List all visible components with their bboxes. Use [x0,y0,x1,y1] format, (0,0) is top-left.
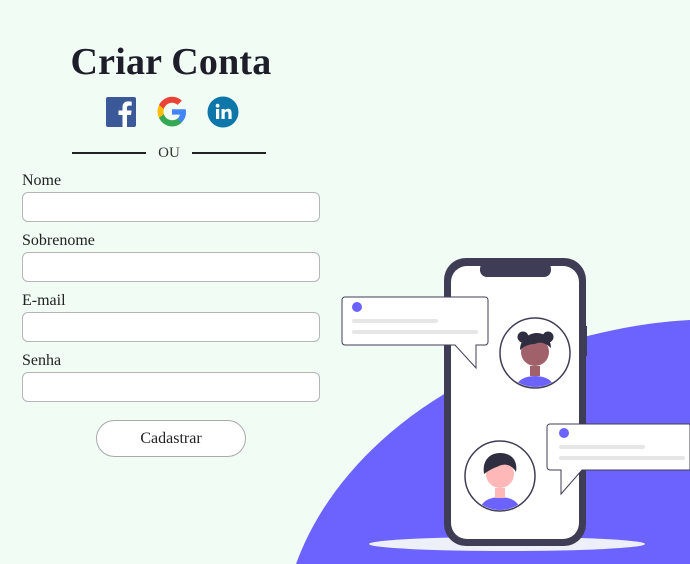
facebook-icon[interactable] [104,95,138,129]
email-label: E-mail [22,292,66,309]
last-name-input[interactable] [22,252,320,282]
or-divider: OU [72,143,266,163]
chat-bubble-incoming [341,296,489,370]
password-label: Senha [22,352,62,369]
last-name-label: Sobrenome [22,232,95,249]
divider-text: OU [158,144,180,161]
signup-button[interactable]: Cadastrar [96,420,246,457]
first-name-label: Nome [22,172,62,189]
email-input[interactable] [22,312,320,342]
signup-form: Criar Conta OU Nome Sobrenome E-mail Sen… [0,0,342,564]
divider-line-right [191,152,266,154]
phone-side-button [584,326,587,356]
divider-line-left [72,152,146,154]
phone-notch [480,262,551,277]
password-input[interactable] [22,372,320,402]
linkedin-icon[interactable] [206,95,240,129]
page-title: Criar Conta [70,41,272,83]
google-icon[interactable] [155,95,189,129]
social-login-group [104,95,240,129]
first-name-input[interactable] [22,192,320,222]
